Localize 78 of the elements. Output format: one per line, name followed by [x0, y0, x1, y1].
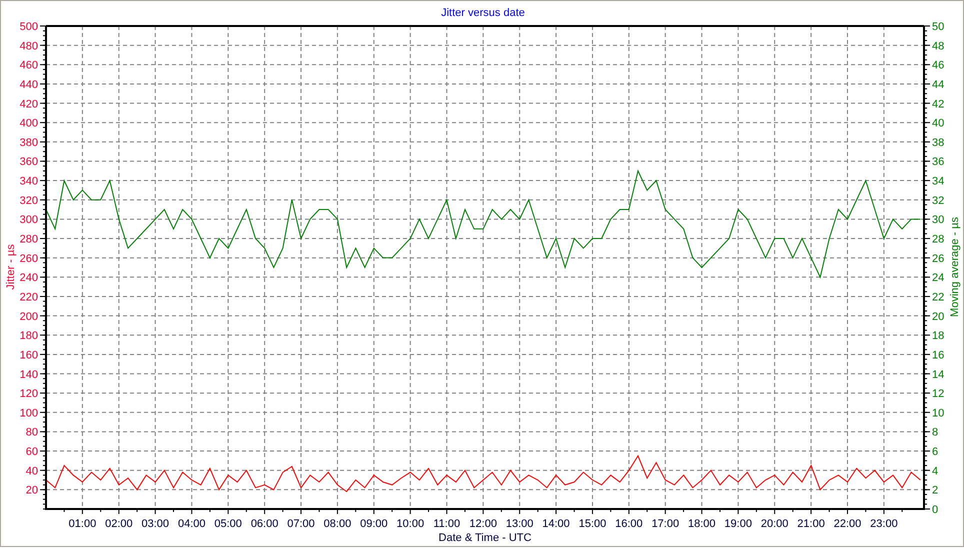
tick-label: 4: [932, 465, 938, 478]
tick-label: 440: [20, 78, 38, 91]
tick-label: 11:00: [433, 518, 460, 530]
tick-label: 18: [932, 330, 944, 342]
tick-label: 16: [932, 349, 944, 362]
tick-label: 50: [932, 21, 944, 33]
tick-label: 40: [26, 465, 38, 478]
tick-label: 80: [26, 426, 38, 439]
tick-label: 38: [932, 136, 944, 149]
tick-label: 02:00: [105, 518, 133, 530]
tick-label: 380: [20, 136, 38, 149]
tick-label: 360: [20, 156, 38, 168]
tick-label: 08:00: [324, 518, 352, 530]
tick-label: 12: [932, 388, 944, 400]
tick-label: 160: [20, 349, 38, 362]
tick-label: 100: [20, 407, 38, 420]
tick-label: 460: [20, 60, 38, 72]
chart-title: Jitter versus date: [441, 7, 525, 19]
tick-label: 07:00: [287, 518, 315, 530]
tick-label: 320: [20, 194, 38, 207]
tick-label: 22: [932, 291, 944, 304]
tick-label: 420: [20, 98, 38, 110]
tick-label: 05:00: [214, 518, 242, 530]
tick-label: 480: [20, 40, 38, 52]
tick-label: 22:00: [834, 518, 862, 530]
axis-title: Date & Time - UTC: [438, 532, 532, 544]
tick-label: 13:00: [506, 518, 534, 530]
tick-label: 6: [932, 446, 938, 458]
tick-label: 30: [932, 214, 944, 226]
tick-label: 180: [20, 330, 38, 342]
tick-label: 20:00: [760, 518, 788, 530]
axis-title: Jitter - µs: [5, 244, 17, 290]
tick-label: 20: [26, 484, 38, 497]
tick-label: 240: [20, 272, 38, 284]
tick-label: 15:00: [578, 518, 606, 530]
tick-label: 340: [20, 176, 38, 188]
tick-label: 40: [932, 118, 944, 130]
tick-label: 200: [20, 310, 38, 323]
axis-title: Moving average - µs: [949, 217, 961, 317]
tick-label: 01:00: [68, 518, 96, 530]
tick-label: 28: [932, 234, 944, 246]
tick-label: 09:00: [360, 518, 388, 530]
tick-label: 42: [932, 98, 944, 110]
tick-label: 8: [932, 426, 938, 439]
tick-label: 220: [20, 291, 38, 304]
tick-label: 06:00: [250, 518, 278, 530]
tick-label: 300: [20, 214, 38, 226]
tick-label: 14:00: [542, 518, 570, 530]
tick-label: 16:00: [615, 518, 643, 530]
tick-label: 20: [932, 310, 944, 323]
tick-label: 44: [932, 78, 944, 91]
tick-label: 10: [932, 407, 944, 420]
tick-label: 60: [26, 446, 38, 458]
tick-label: 2: [932, 484, 938, 497]
tick-label: 03:00: [142, 518, 170, 530]
tick-label: 18:00: [688, 518, 716, 530]
tick-label: 48: [932, 40, 944, 52]
tick-label: 10:00: [396, 518, 424, 530]
tick-label: 14: [932, 368, 944, 381]
tick-label: 23:00: [870, 518, 898, 530]
tick-label: 19:00: [724, 518, 752, 530]
tick-label: 24: [932, 272, 944, 284]
tick-label: 36: [932, 156, 944, 168]
tick-label: 26: [932, 252, 944, 265]
tick-label: 500: [20, 21, 38, 33]
tick-label: 32: [932, 194, 944, 207]
tick-label: 260: [20, 252, 38, 265]
tick-label: 12:00: [469, 518, 497, 530]
tick-label: 400: [20, 118, 38, 130]
tick-label: 120: [20, 388, 38, 400]
tick-label: 34: [932, 176, 944, 188]
tick-label: 17:00: [652, 518, 680, 530]
tick-label: 46: [932, 60, 944, 72]
tick-label: 04:00: [178, 518, 206, 530]
tick-label: 0: [932, 504, 938, 516]
tick-label: 280: [20, 234, 38, 246]
tick-label: 140: [20, 368, 38, 381]
tick-label: 21:00: [797, 518, 825, 530]
